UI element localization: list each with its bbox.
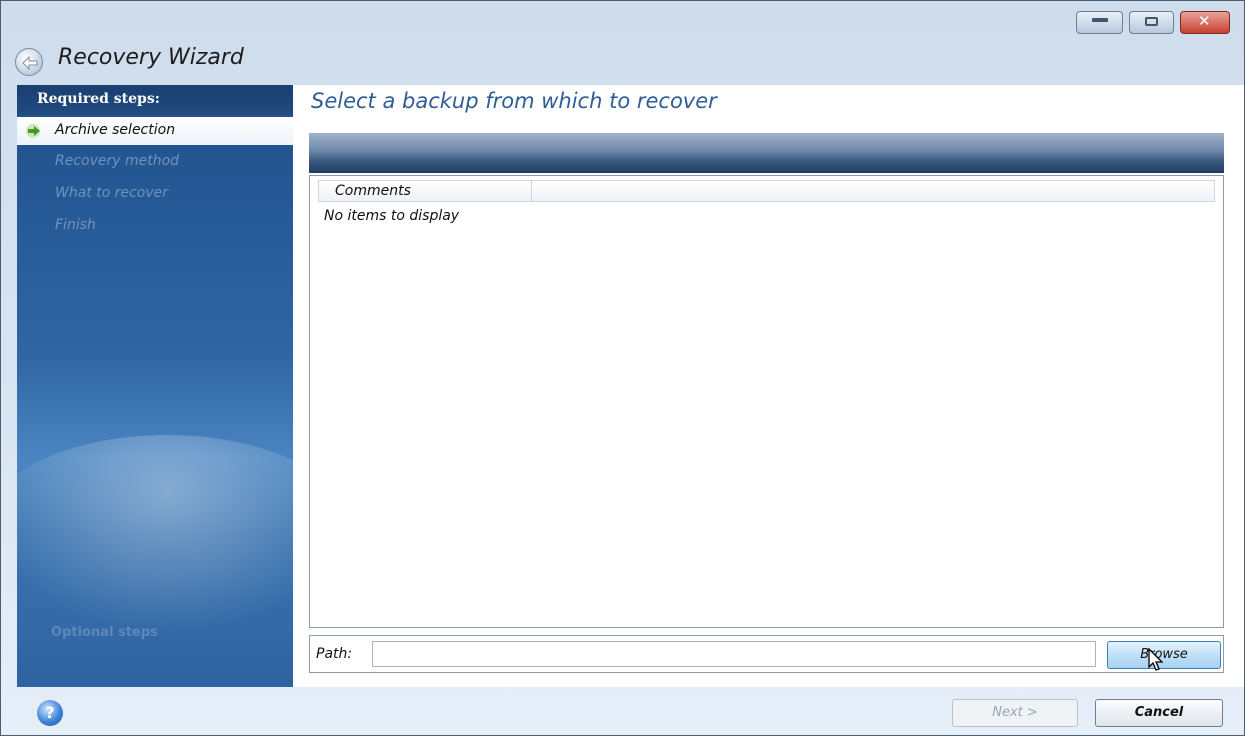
step-what-to-recover: What to recover (55, 185, 169, 201)
browse-button[interactable]: Browse (1107, 641, 1221, 669)
path-label: Path: (316, 646, 353, 662)
column-header-comments[interactable]: Comments (319, 181, 532, 201)
help-icon[interactable]: ? (37, 700, 63, 726)
maximize-button[interactable] (1129, 11, 1174, 34)
required-steps-header: Required steps: (17, 85, 293, 115)
column-header-label: Comments (335, 183, 411, 199)
optional-steps-label: Optional steps (51, 625, 158, 640)
step-finish: Finish (55, 217, 96, 233)
back-arrow-icon (22, 55, 38, 71)
recovery-wizard-window: Recovery Wizard ✕ Required steps: Archiv… (0, 0, 1245, 736)
back-button[interactable] (15, 48, 43, 76)
maximize-icon (1145, 17, 1158, 26)
sidebar-decoration (17, 435, 293, 635)
archive-list[interactable]: Comments No items to display (309, 175, 1224, 628)
close-icon: ✕ (1198, 12, 1211, 30)
steps-sidebar: Required steps: Archive selection Recove… (17, 85, 293, 687)
cancel-button[interactable]: Cancel (1095, 699, 1223, 727)
path-row: Path: Browse (309, 635, 1224, 673)
page-heading: Select a backup from which to recover (311, 89, 717, 113)
current-step-arrow-icon (26, 124, 40, 138)
empty-list-message: No items to display (324, 208, 460, 224)
required-steps-label: Required steps: (37, 91, 160, 107)
next-button[interactable]: Next > (952, 699, 1078, 727)
step-recovery-method: Recovery method (55, 153, 180, 169)
path-input[interactable] (372, 641, 1096, 667)
close-button[interactable]: ✕ (1180, 11, 1230, 34)
main-panel: Select a backup from which to recover Co… (293, 85, 1244, 687)
title-bar: Recovery Wizard ✕ (1, 1, 1244, 85)
archive-toolbar-band (309, 133, 1224, 173)
minimize-icon (1092, 18, 1108, 22)
step-archive-selection[interactable]: Archive selection (17, 117, 293, 145)
window-title: Recovery Wizard (58, 45, 244, 70)
mouse-cursor-icon (1148, 648, 1164, 671)
minimize-button[interactable] (1076, 11, 1123, 34)
list-header: Comments (318, 180, 1215, 202)
step-label: Archive selection (55, 122, 176, 138)
